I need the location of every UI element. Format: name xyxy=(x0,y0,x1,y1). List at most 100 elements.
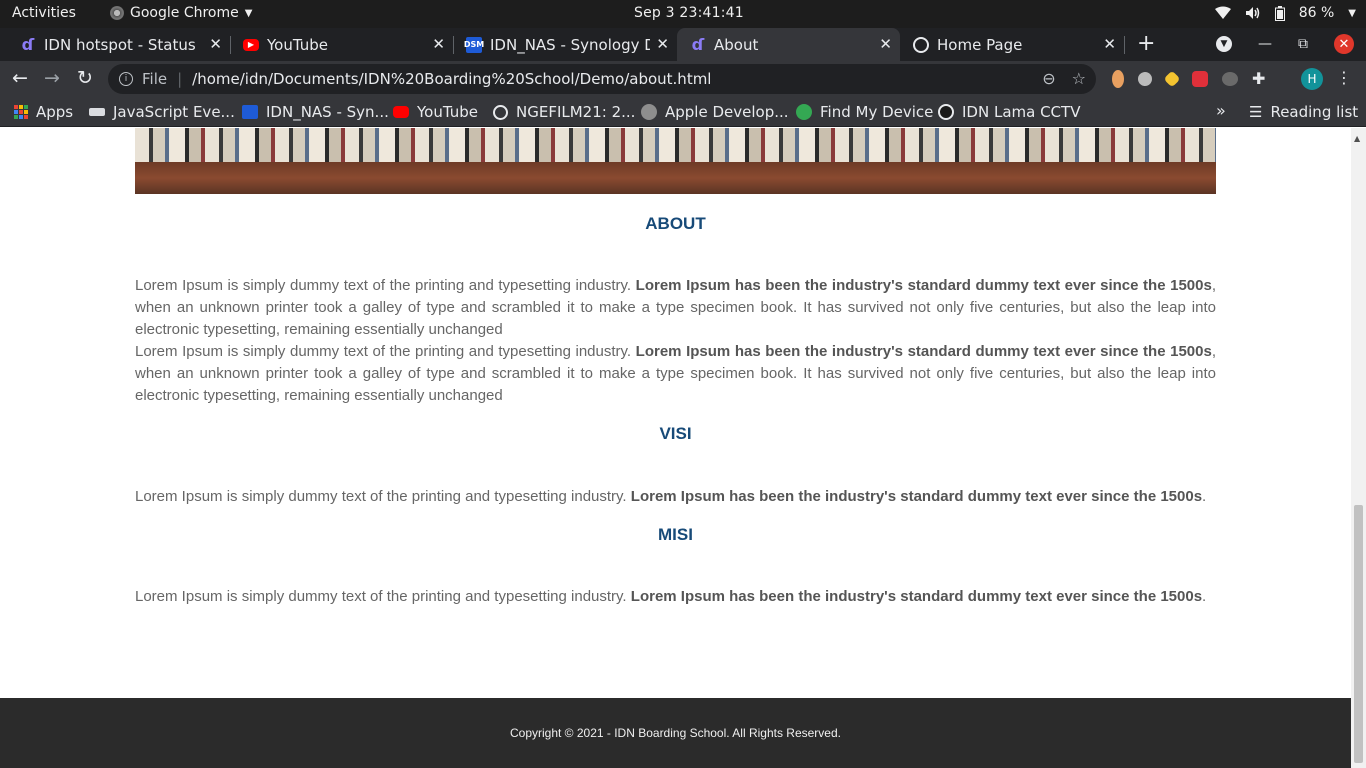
bookmark-idn-nas[interactable]: IDN_NAS - Syn... xyxy=(242,103,389,121)
tab-separator xyxy=(1124,36,1125,54)
bookmark-ngefilm[interactable]: NGEFILM21: 2... xyxy=(493,103,635,121)
dsm-icon xyxy=(242,105,258,119)
page-viewport: ABOUT Lorem Ipsum is simply dummy text o… xyxy=(0,128,1351,768)
browser-toolbar: ← → ↻ i File | /home/idn/Documents/IDN%2… xyxy=(0,61,1366,97)
url-text[interactable]: /home/idn/Documents/IDN%20Boarding%20Sch… xyxy=(192,70,711,88)
close-icon[interactable]: ✕ xyxy=(656,35,669,53)
address-bar[interactable]: i File | /home/idn/Documents/IDN%20Board… xyxy=(108,64,1096,94)
misi-text: Lorem Ipsum is simply dummy text of the … xyxy=(135,588,631,605)
tab-title: About xyxy=(714,35,759,54)
bookmark-youtube[interactable]: YouTube xyxy=(393,103,478,121)
visi-heading: VISI xyxy=(659,424,692,443)
close-icon[interactable]: ✕ xyxy=(879,35,892,53)
tab-youtube[interactable]: ▶ YouTube ✕ xyxy=(230,28,454,61)
bookmark-javascript[interactable]: JavaScript Eve... xyxy=(89,103,235,121)
system-tray[interactable]: 86 % ▼ xyxy=(1214,5,1356,21)
divider: | xyxy=(177,70,183,88)
app-name-label: Google Chrome xyxy=(130,5,239,21)
info-icon[interactable]: i xyxy=(119,72,133,86)
bookmark-apps[interactable]: Apps xyxy=(14,103,73,121)
idn-logo-icon: ɗ xyxy=(21,35,35,54)
tab-title: IDN hotspot - Status xyxy=(44,35,196,54)
tab-about[interactable]: ɗ About ✕ xyxy=(677,28,900,61)
bookmark-star-icon[interactable]: ☆ xyxy=(1072,69,1086,88)
about-p2-bold: Lorem Ipsum has been the industry's stan… xyxy=(635,343,1212,360)
tab-title: YouTube xyxy=(267,35,328,54)
bookmark-label: Apps xyxy=(36,103,74,121)
close-icon[interactable]: ✕ xyxy=(209,35,222,53)
more-menu-icon[interactable]: ⋮ xyxy=(1336,68,1352,87)
about-p2-text: Lorem Ipsum is simply dummy text of the … xyxy=(135,343,636,360)
reading-list-button[interactable]: ☰ Reading list xyxy=(1249,103,1358,121)
bookmark-label: IDN Lama CCTV xyxy=(962,103,1081,121)
page-icon xyxy=(89,108,105,116)
close-icon[interactable]: ✕ xyxy=(432,35,445,53)
bookshelf-books xyxy=(135,128,1216,162)
youtube-icon xyxy=(393,106,409,118)
chevron-down-icon: ▼ xyxy=(244,7,253,19)
youtube-icon: ▶ xyxy=(243,38,259,51)
bookmark-idn-cctv[interactable]: IDN Lama CCTV xyxy=(938,103,1080,121)
reload-button[interactable]: ↻ xyxy=(77,67,93,89)
bookmark-label: JavaScript Eve... xyxy=(113,103,235,121)
misi-paragraph: Lorem Ipsum is simply dummy text of the … xyxy=(135,586,1216,608)
scrollbar-thumb[interactable] xyxy=(1354,505,1363,763)
reading-list-icon: ☰ xyxy=(1249,103,1263,121)
tab-idn-nas[interactable]: DSM IDN_NAS - Synology Dis ✕ xyxy=(453,28,677,61)
visi-text: Lorem Ipsum is simply dummy text of the … xyxy=(135,488,631,505)
more-bookmarks-icon[interactable]: » xyxy=(1216,101,1226,120)
reading-list-label: Reading list xyxy=(1270,103,1359,121)
extension-icon[interactable] xyxy=(1222,71,1238,86)
url-scheme: File xyxy=(142,70,168,88)
tab-strip: ɗ IDN hotspot - Status ✕ ▶ YouTube ✕ DSM… xyxy=(0,28,1366,61)
extension-icon[interactable] xyxy=(1138,71,1152,86)
misi-end: . xyxy=(1202,588,1207,605)
apps-grid-icon xyxy=(14,105,28,119)
wifi-icon xyxy=(1214,6,1231,19)
chrome-icon xyxy=(110,6,124,20)
camera-icon xyxy=(938,104,954,120)
misi-bold: Lorem Ipsum has been the industry's stan… xyxy=(630,588,1203,605)
scroll-up-arrow-icon[interactable]: ▲ xyxy=(1354,134,1360,143)
close-icon[interactable]: ✕ xyxy=(1103,35,1116,53)
bookmark-find-my-device[interactable]: Find My Device xyxy=(796,103,933,121)
tab-idn-hotspot[interactable]: ɗ IDN hotspot - Status ✕ xyxy=(0,28,231,61)
close-window-button[interactable]: ✕ xyxy=(1334,34,1354,54)
volume-icon xyxy=(1245,7,1259,19)
clock[interactable]: Sep 3 23:41:41 xyxy=(634,5,744,21)
restore-button[interactable]: ⧉ xyxy=(1298,36,1308,52)
chevron-down-icon: ▼ xyxy=(1348,7,1356,19)
about-p1-bold: Lorem Ipsum has been the industry's stan… xyxy=(635,277,1212,294)
battery-percent: 86 % xyxy=(1298,5,1335,21)
puzzle-icon[interactable]: ✚ xyxy=(1252,69,1265,88)
activities-button[interactable]: Activities xyxy=(12,5,76,21)
extension-icon[interactable] xyxy=(1192,70,1208,87)
tab-home-page[interactable]: Home Page ✕ xyxy=(900,28,1125,61)
find-my-device-icon xyxy=(796,104,812,120)
tab-search-icon[interactable]: ▼ xyxy=(1216,36,1232,52)
misi-heading: MISI xyxy=(658,525,693,544)
apple-developer-icon xyxy=(641,104,657,120)
vertical-scrollbar[interactable]: ▲ xyxy=(1351,128,1366,768)
page-footer: Copyright © 2021 - IDN Boarding School. … xyxy=(0,698,1351,768)
forward-button[interactable]: → xyxy=(44,67,60,89)
app-menu[interactable]: Google Chrome ▼ xyxy=(110,5,252,21)
minimize-button[interactable]: — xyxy=(1258,36,1272,52)
battery-icon xyxy=(1274,5,1285,21)
tab-title: IDN_NAS - Synology Dis xyxy=(490,35,650,54)
bookmark-apple-developer[interactable]: Apple Develop... xyxy=(641,103,789,121)
back-button[interactable]: ← xyxy=(12,67,28,89)
window-controls: ▼ — ⧉ ✕ xyxy=(1216,34,1354,54)
visi-bold: Lorem Ipsum has been the industry's stan… xyxy=(630,488,1203,505)
extension-icon[interactable] xyxy=(1112,69,1124,88)
about-paragraph-2: Lorem Ipsum is simply dummy text of the … xyxy=(135,341,1216,407)
new-tab-button[interactable]: + xyxy=(1137,31,1155,56)
extension-icon[interactable] xyxy=(1163,70,1181,87)
zoom-icon[interactable]: ⊖ xyxy=(1042,69,1055,88)
bookmark-label: YouTube xyxy=(417,103,478,121)
profile-avatar[interactable]: H xyxy=(1301,68,1323,90)
bookmark-label: IDN_NAS - Syn... xyxy=(266,103,389,121)
bookmark-label: Apple Develop... xyxy=(665,103,789,121)
globe-icon xyxy=(913,36,929,53)
about-heading: ABOUT xyxy=(645,214,706,233)
